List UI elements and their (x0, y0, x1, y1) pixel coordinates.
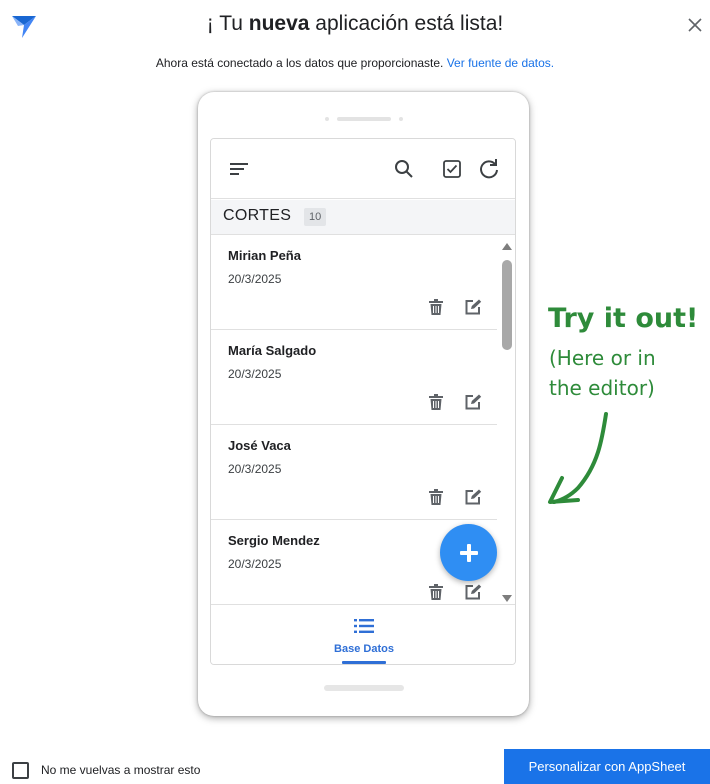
nav-label: Base Datos (334, 643, 394, 655)
record-name: José Vaca (228, 438, 291, 453)
plus-icon (459, 543, 478, 562)
app-header (211, 139, 515, 199)
edit-icon (465, 489, 481, 505)
record-date: 20/3/2025 (228, 367, 282, 381)
nav-active-indicator (342, 661, 386, 664)
refresh-icon (480, 159, 498, 179)
edit-button[interactable] (464, 298, 482, 316)
dont-show-again-checkbox[interactable] (12, 761, 29, 779)
hand-drawn-arrow-icon (548, 412, 608, 504)
phone-speaker (325, 117, 405, 121)
trash-icon (429, 489, 443, 505)
scroll-thumb[interactable] (502, 260, 512, 350)
scroll-down-arrow-icon[interactable] (502, 595, 512, 602)
close-button[interactable] (684, 14, 706, 36)
list-scrollbar[interactable] (498, 236, 515, 604)
edit-icon (465, 394, 481, 410)
select-button[interactable] (440, 157, 464, 181)
dont-show-again-option[interactable]: No me vuelvas a mostrar esto (12, 760, 200, 780)
dialog-title: ¡ Tu nueva aplicación está lista! (0, 12, 710, 36)
trash-icon (429, 299, 443, 315)
list-item[interactable]: José Vaca 20/3/2025 (211, 425, 497, 520)
delete-button[interactable] (427, 488, 445, 506)
section-count-badge: 10 (304, 208, 327, 226)
record-date: 20/3/2025 (228, 557, 282, 571)
trash-icon (429, 394, 443, 410)
record-name: Mirian Peña (228, 248, 301, 263)
edit-button[interactable] (464, 488, 482, 506)
title-prefix: ¡ Tu (206, 12, 249, 35)
list-item[interactable]: Mirian Peña 20/3/2025 (211, 235, 497, 330)
nav-item-base-datos[interactable]: Base Datos (324, 605, 404, 664)
subtitle-text: Ahora está conectado a los datos que pro… (155, 56, 447, 70)
try-it-subtext-line1: (Here or in (549, 346, 656, 370)
scroll-up-arrow-icon[interactable] (502, 243, 512, 250)
record-name: Sergio Mendez (228, 533, 320, 548)
phone-preview: CORTES 10 Mirian Peña 20/3/2025 María Sa… (198, 92, 529, 716)
try-it-subtext-line2: the editor) (549, 376, 655, 400)
edit-button[interactable] (464, 583, 482, 601)
record-name: María Salgado (228, 343, 317, 358)
record-date: 20/3/2025 (228, 462, 282, 476)
edit-icon (465, 584, 481, 600)
section-header: CORTES 10 (211, 200, 515, 235)
edit-button[interactable] (464, 393, 482, 411)
refresh-button[interactable] (477, 157, 501, 181)
dialog-subtitle: Ahora está conectado a los datos que pro… (0, 56, 710, 70)
list-item[interactable]: María Salgado 20/3/2025 (211, 330, 497, 425)
delete-button[interactable] (427, 393, 445, 411)
customize-with-appsheet-button[interactable]: Personalizar con AppSheet (504, 749, 710, 784)
delete-button[interactable] (427, 298, 445, 316)
edit-icon (465, 299, 481, 315)
record-date: 20/3/2025 (228, 272, 282, 286)
app-screen: CORTES 10 Mirian Peña 20/3/2025 María Sa… (210, 138, 516, 665)
section-title: CORTES (223, 207, 292, 224)
list-icon (354, 619, 374, 633)
menu-icon (230, 163, 248, 175)
close-icon (688, 18, 702, 32)
bottom-nav: Base Datos (211, 604, 515, 664)
delete-button[interactable] (427, 583, 445, 601)
search-icon (395, 160, 413, 178)
dont-show-again-label: No me vuelvas a mostrar esto (41, 763, 201, 777)
title-bold: nueva (248, 12, 310, 35)
checkbox-icon (443, 160, 461, 178)
try-it-headline: Try it out! (548, 303, 699, 334)
menu-button[interactable] (227, 157, 251, 181)
phone-home-bar (324, 685, 404, 691)
trash-icon (429, 584, 443, 600)
view-data-source-link[interactable]: Ver fuente de datos. (447, 56, 554, 70)
title-suffix: aplicación está lista! (309, 12, 504, 35)
search-button[interactable] (392, 157, 416, 181)
add-record-button[interactable] (440, 524, 497, 581)
